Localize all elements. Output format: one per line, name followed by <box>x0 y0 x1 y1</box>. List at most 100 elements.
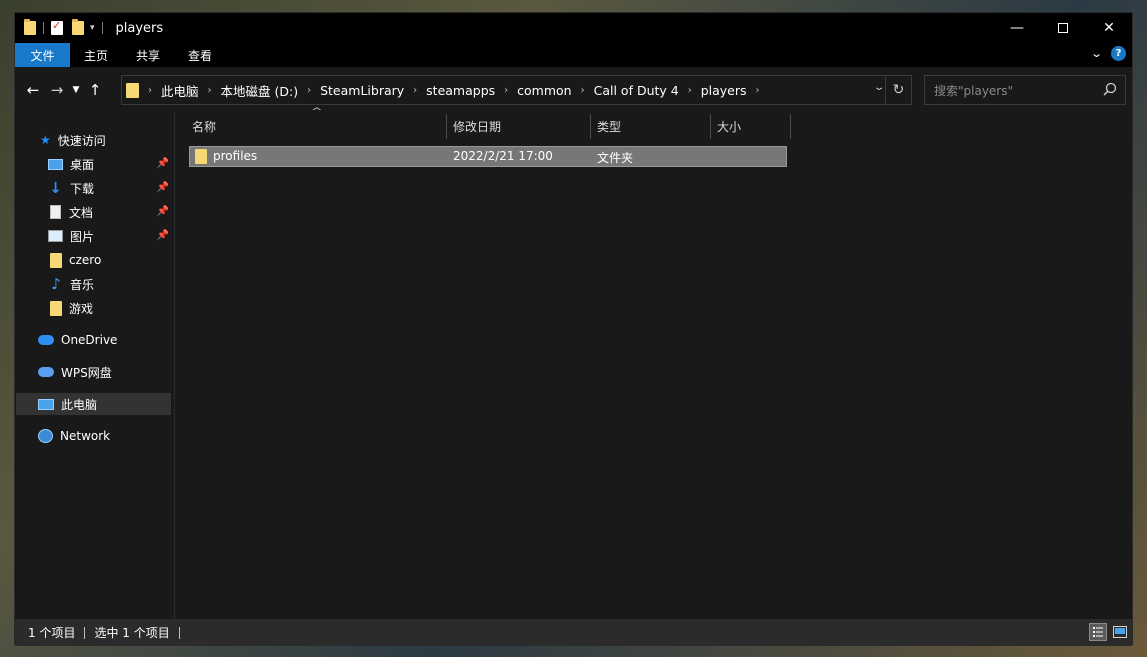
separator <box>178 626 180 639</box>
item-count: 1 个项目 <box>28 626 76 640</box>
ribbon-tabs: 文件 主页 共享 查看 ⌄ ? <box>15 43 1132 67</box>
folder-icon <box>50 252 62 268</box>
nav-label: 游戏 <box>69 301 94 316</box>
details-view-icon[interactable] <box>1089 623 1107 641</box>
up-arrow-icon[interactable]: ↑ <box>83 81 107 99</box>
chevron-right-icon[interactable]: › <box>307 85 311 96</box>
file-type: 文件夹 <box>597 151 634 165</box>
star-icon: ★ <box>40 133 51 147</box>
tab-view[interactable]: 查看 <box>174 43 226 67</box>
nav-quick-access[interactable]: ★ 快速访问 <box>40 129 195 151</box>
nav-item-downloads[interactable]: ↓ 下载 📌 <box>48 177 171 199</box>
refresh-icon[interactable]: ↻ <box>885 76 911 104</box>
chevron-right-icon[interactable]: › <box>581 85 585 96</box>
chevron-right-icon[interactable]: › <box>504 85 508 96</box>
breadcrumb-players[interactable]: players <box>701 83 747 98</box>
pictures-icon <box>48 230 63 242</box>
minimize-button[interactable]: — <box>994 13 1040 43</box>
expand-ribbon-icon[interactable]: ⌄ <box>1090 47 1103 60</box>
column-divider[interactable] <box>790 114 791 139</box>
tab-home[interactable]: 主页 <box>70 43 122 67</box>
chevron-right-icon[interactable]: › <box>688 85 692 96</box>
properties-icon[interactable] <box>51 19 63 35</box>
nav-item-pictures[interactable]: 图片 📌 <box>48 225 171 247</box>
tab-share[interactable]: 共享 <box>122 43 174 67</box>
new-folder-icon[interactable] <box>72 19 84 35</box>
file-date: 2022/2/21 17:00 <box>453 149 553 163</box>
nav-item-documents[interactable]: 文档 📌 <box>48 201 171 223</box>
search-input[interactable]: 搜索"players" <box>934 82 1013 99</box>
nav-label: 下载 <box>70 181 95 196</box>
folder-icon <box>50 300 62 316</box>
breadcrumb-call-of-duty-4[interactable]: Call of Duty 4 <box>594 83 679 98</box>
nav-label: 快速访问 <box>57 133 106 148</box>
pin-icon[interactable]: 📌 <box>157 158 169 169</box>
column-header-date[interactable]: 修改日期 <box>450 113 590 139</box>
pin-icon[interactable]: 📌 <box>157 182 169 193</box>
nav-onedrive[interactable]: OneDrive <box>38 329 193 351</box>
pin-icon[interactable]: 📌 <box>157 206 169 217</box>
column-header-size[interactable]: 大小 <box>714 113 790 139</box>
navigation-pane: ★ 快速访问 桌面 📌 ↓ 下载 📌 文档 📌 图片 📌 czero ♪ 音乐 … <box>15 125 173 615</box>
selected-count: 选中 1 个项目 <box>94 626 170 640</box>
window-controls: — ✕ <box>994 13 1132 43</box>
chevron-right-icon[interactable]: › <box>208 85 212 96</box>
breadcrumb-common[interactable]: common <box>517 83 571 98</box>
nav-label: OneDrive <box>61 333 118 347</box>
nav-label: 图片 <box>70 229 95 244</box>
nav-item-czero[interactable]: czero <box>50 249 171 271</box>
pane-divider[interactable] <box>174 111 175 619</box>
chevron-right-icon[interactable]: › <box>148 85 152 96</box>
maximize-button[interactable] <box>1040 13 1086 43</box>
nav-item-games[interactable]: 游戏 <box>50 297 171 319</box>
nav-wps-drive[interactable]: WPS网盘 <box>38 361 193 383</box>
column-divider[interactable] <box>446 114 447 139</box>
address-dropdown-icon[interactable]: ⌄ <box>873 82 886 93</box>
documents-icon <box>50 205 61 219</box>
nav-label: 文档 <box>69 205 94 220</box>
pin-icon[interactable]: 📌 <box>157 230 169 241</box>
back-arrow-icon[interactable]: ← <box>21 81 45 99</box>
table-row[interactable]: profiles 2022/2/21 17:00 文件夹 <box>189 146 787 167</box>
file-name: profiles <box>213 149 258 163</box>
nav-this-pc[interactable]: 此电脑 <box>16 393 171 415</box>
folder-icon <box>126 82 139 98</box>
customize-toolbar-dropdown-icon[interactable]: ▾ <box>90 23 95 33</box>
recent-locations-dropdown-icon[interactable]: ▼ <box>69 85 83 95</box>
folder-icon <box>24 19 36 35</box>
breadcrumb-drive-d[interactable]: 本地磁盘 (D:) <box>221 81 299 100</box>
search-box[interactable]: 搜索"players" <box>924 75 1126 105</box>
separator <box>101 22 103 34</box>
chevron-right-icon[interactable]: › <box>413 85 417 96</box>
help-icon[interactable]: ? <box>1111 46 1126 61</box>
address-bar[interactable]: › 此电脑 › 本地磁盘 (D:) › SteamLibrary › steam… <box>121 75 912 105</box>
column-divider[interactable] <box>590 114 591 139</box>
breadcrumb-steamlibrary[interactable]: SteamLibrary <box>320 83 404 98</box>
quick-access-toolbar: ▾ <box>24 19 110 35</box>
tab-file[interactable]: 文件 <box>15 43 70 67</box>
nav-item-desktop[interactable]: 桌面 📌 <box>48 153 171 175</box>
explorer-window: ▾ players — ✕ 文件 主页 共享 查看 ⌄ ? ← → ▼ ↑ › … <box>14 12 1133 646</box>
separator <box>84 626 86 639</box>
column-divider[interactable] <box>710 114 711 139</box>
view-switcher <box>1089 623 1129 641</box>
close-button[interactable]: ✕ <box>1086 13 1132 43</box>
breadcrumb-this-pc[interactable]: 此电脑 <box>161 81 199 100</box>
nav-label: czero <box>69 253 102 267</box>
nav-network[interactable]: Network <box>38 425 193 447</box>
breadcrumb-steamapps[interactable]: steamapps <box>426 83 495 98</box>
status-bar: 1 个项目 选中 1 个项目 <box>15 619 1132 646</box>
column-header-row: ^ 名称 修改日期 类型 大小 <box>189 107 809 139</box>
nav-item-music[interactable]: ♪ 音乐 <box>49 273 171 295</box>
column-header-type[interactable]: 类型 <box>594 113 711 139</box>
nav-label: 音乐 <box>70 277 95 292</box>
chevron-right-icon[interactable]: › <box>756 85 760 96</box>
separator <box>43 22 44 34</box>
column-header-name[interactable]: 名称 <box>189 113 446 139</box>
nav-label: WPS网盘 <box>61 365 112 380</box>
forward-arrow-icon[interactable]: → <box>45 81 69 99</box>
nav-label: 此电脑 <box>61 397 98 412</box>
nav-label: 桌面 <box>70 157 95 172</box>
address-row: ← → ▼ ↑ › 此电脑 › 本地磁盘 (D:) › SteamLibrary… <box>15 73 1132 107</box>
large-icons-view-icon[interactable] <box>1111 623 1129 641</box>
